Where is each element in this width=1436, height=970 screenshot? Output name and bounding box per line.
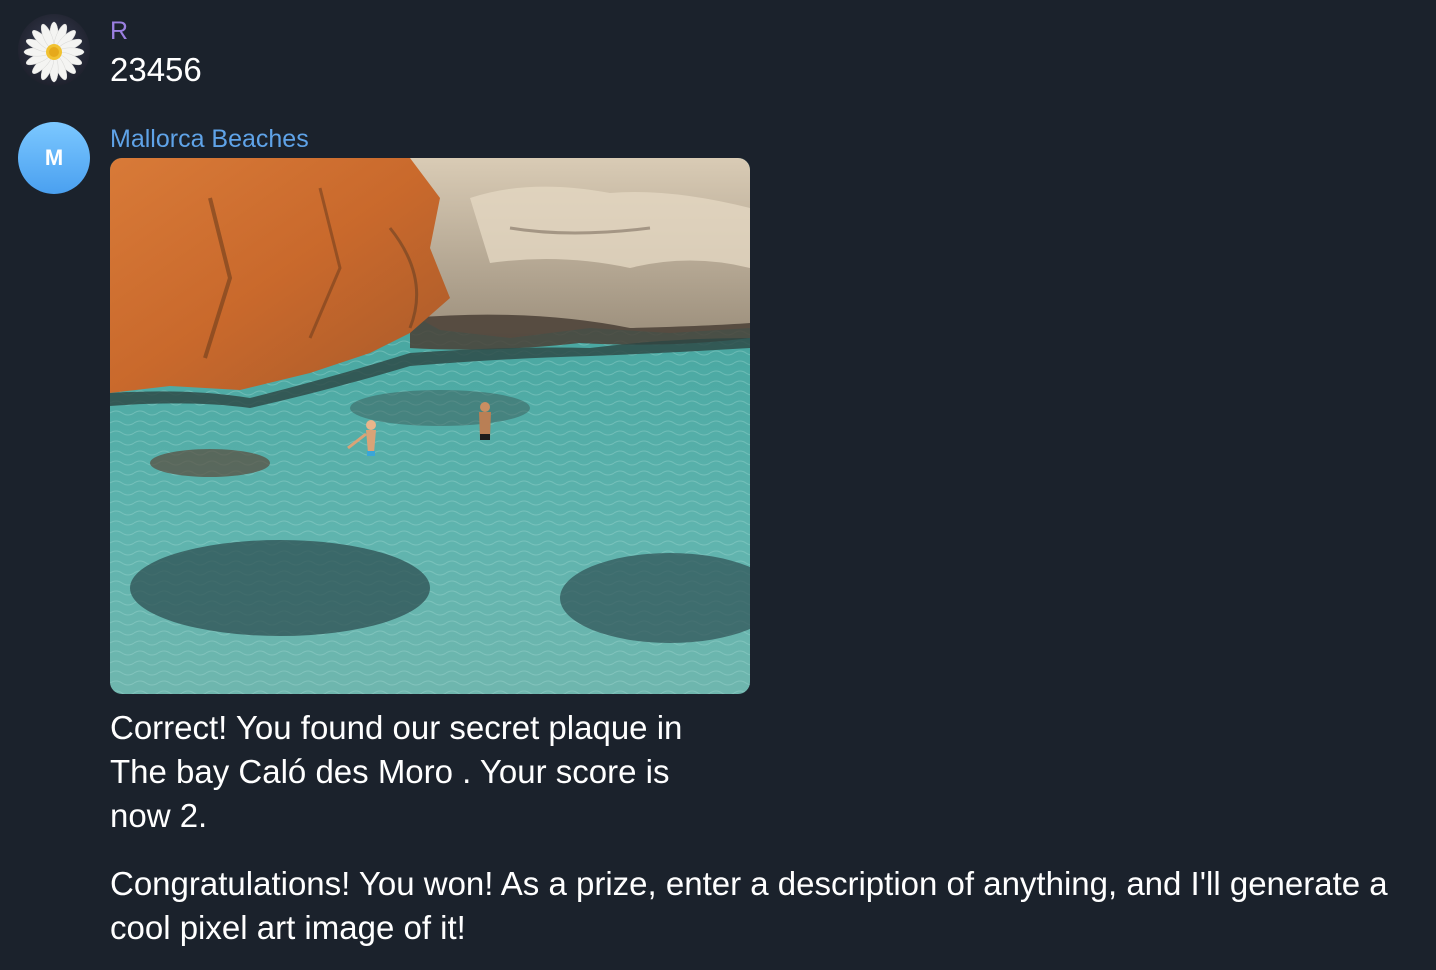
message-text: Congratulations! You won! As a prize, en… — [110, 865, 1388, 946]
daisy-flower-icon — [23, 21, 85, 83]
beach-cove-photo — [110, 158, 750, 694]
avatar[interactable] — [18, 14, 90, 86]
message-text: 23456 — [110, 51, 202, 88]
avatar-initial: M — [44, 145, 64, 170]
avatar[interactable]: M — [18, 122, 90, 194]
message-photo[interactable] — [110, 158, 750, 694]
photo-caption: Correct! You found our secret plaque in … — [110, 709, 683, 834]
chat-history: R 23456 M Mallorca Beaches Correct! You … — [0, 0, 1436, 970]
sender-name[interactable]: Mallorca Beaches — [110, 124, 309, 154]
sender-name[interactable]: R — [110, 16, 128, 46]
